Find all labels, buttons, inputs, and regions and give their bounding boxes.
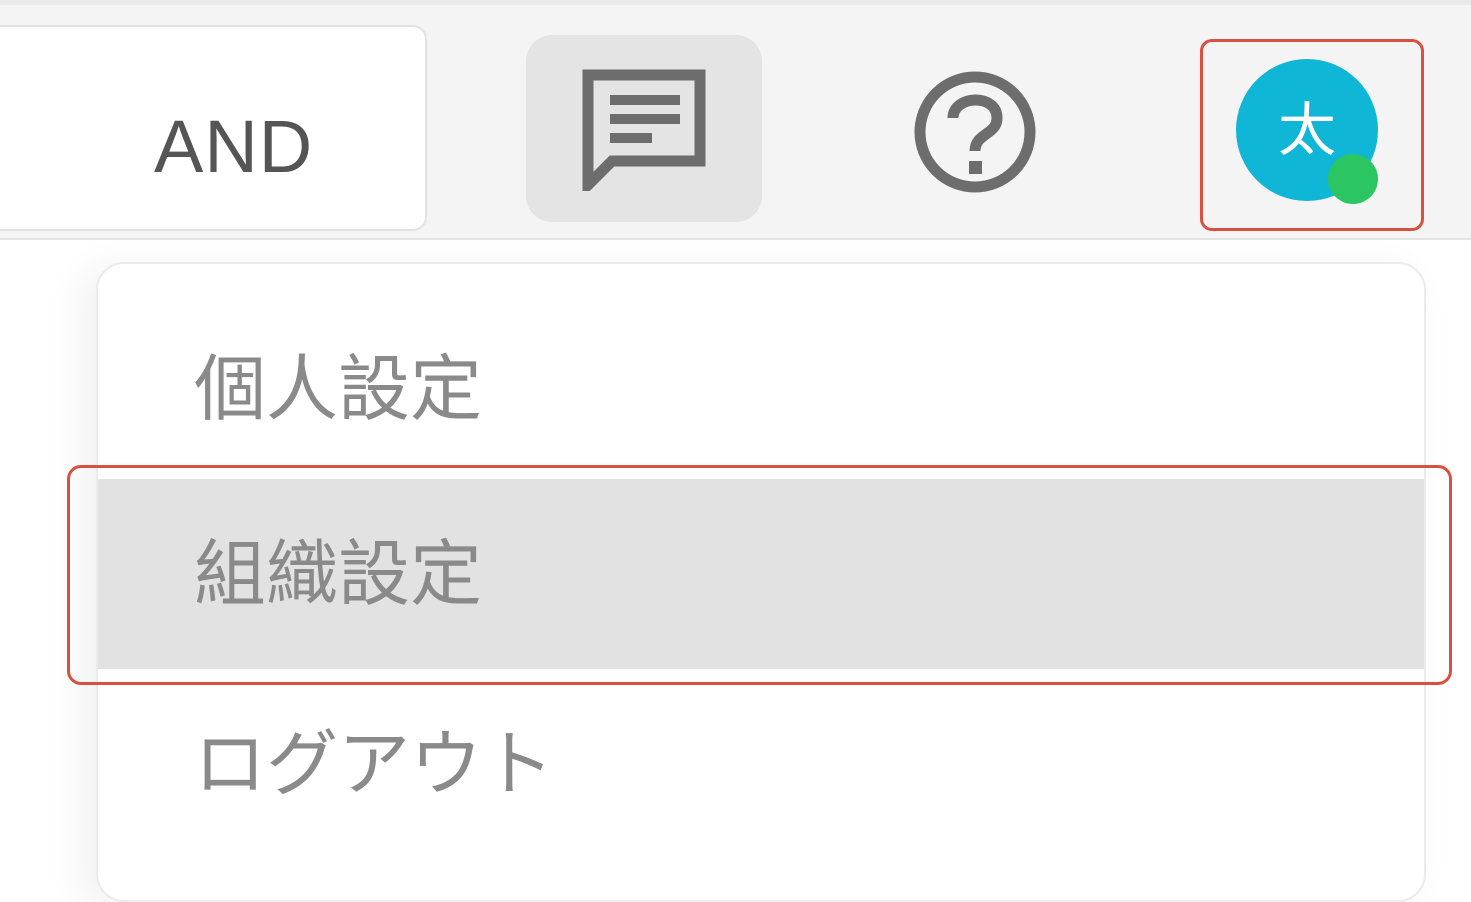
top-bar: AND 太: [0, 0, 1471, 240]
online-status-indicator: [1328, 154, 1378, 204]
menu-item-personal-settings[interactable]: 個人設定: [98, 294, 1424, 484]
search-operator-label: AND: [154, 105, 314, 188]
message-icon: [582, 69, 706, 191]
help-button[interactable]: [906, 63, 1044, 201]
search-field[interactable]: AND: [0, 25, 427, 231]
message-button[interactable]: [526, 35, 762, 222]
menu-item-logout[interactable]: ログアウト: [98, 669, 1424, 859]
menu-item-organization-settings[interactable]: 組織設定: [98, 479, 1424, 669]
user-avatar-button[interactable]: 太: [1200, 39, 1424, 231]
user-dropdown-menu: 個人設定 組織設定 ログアウト: [96, 262, 1426, 902]
help-icon: [914, 71, 1036, 193]
